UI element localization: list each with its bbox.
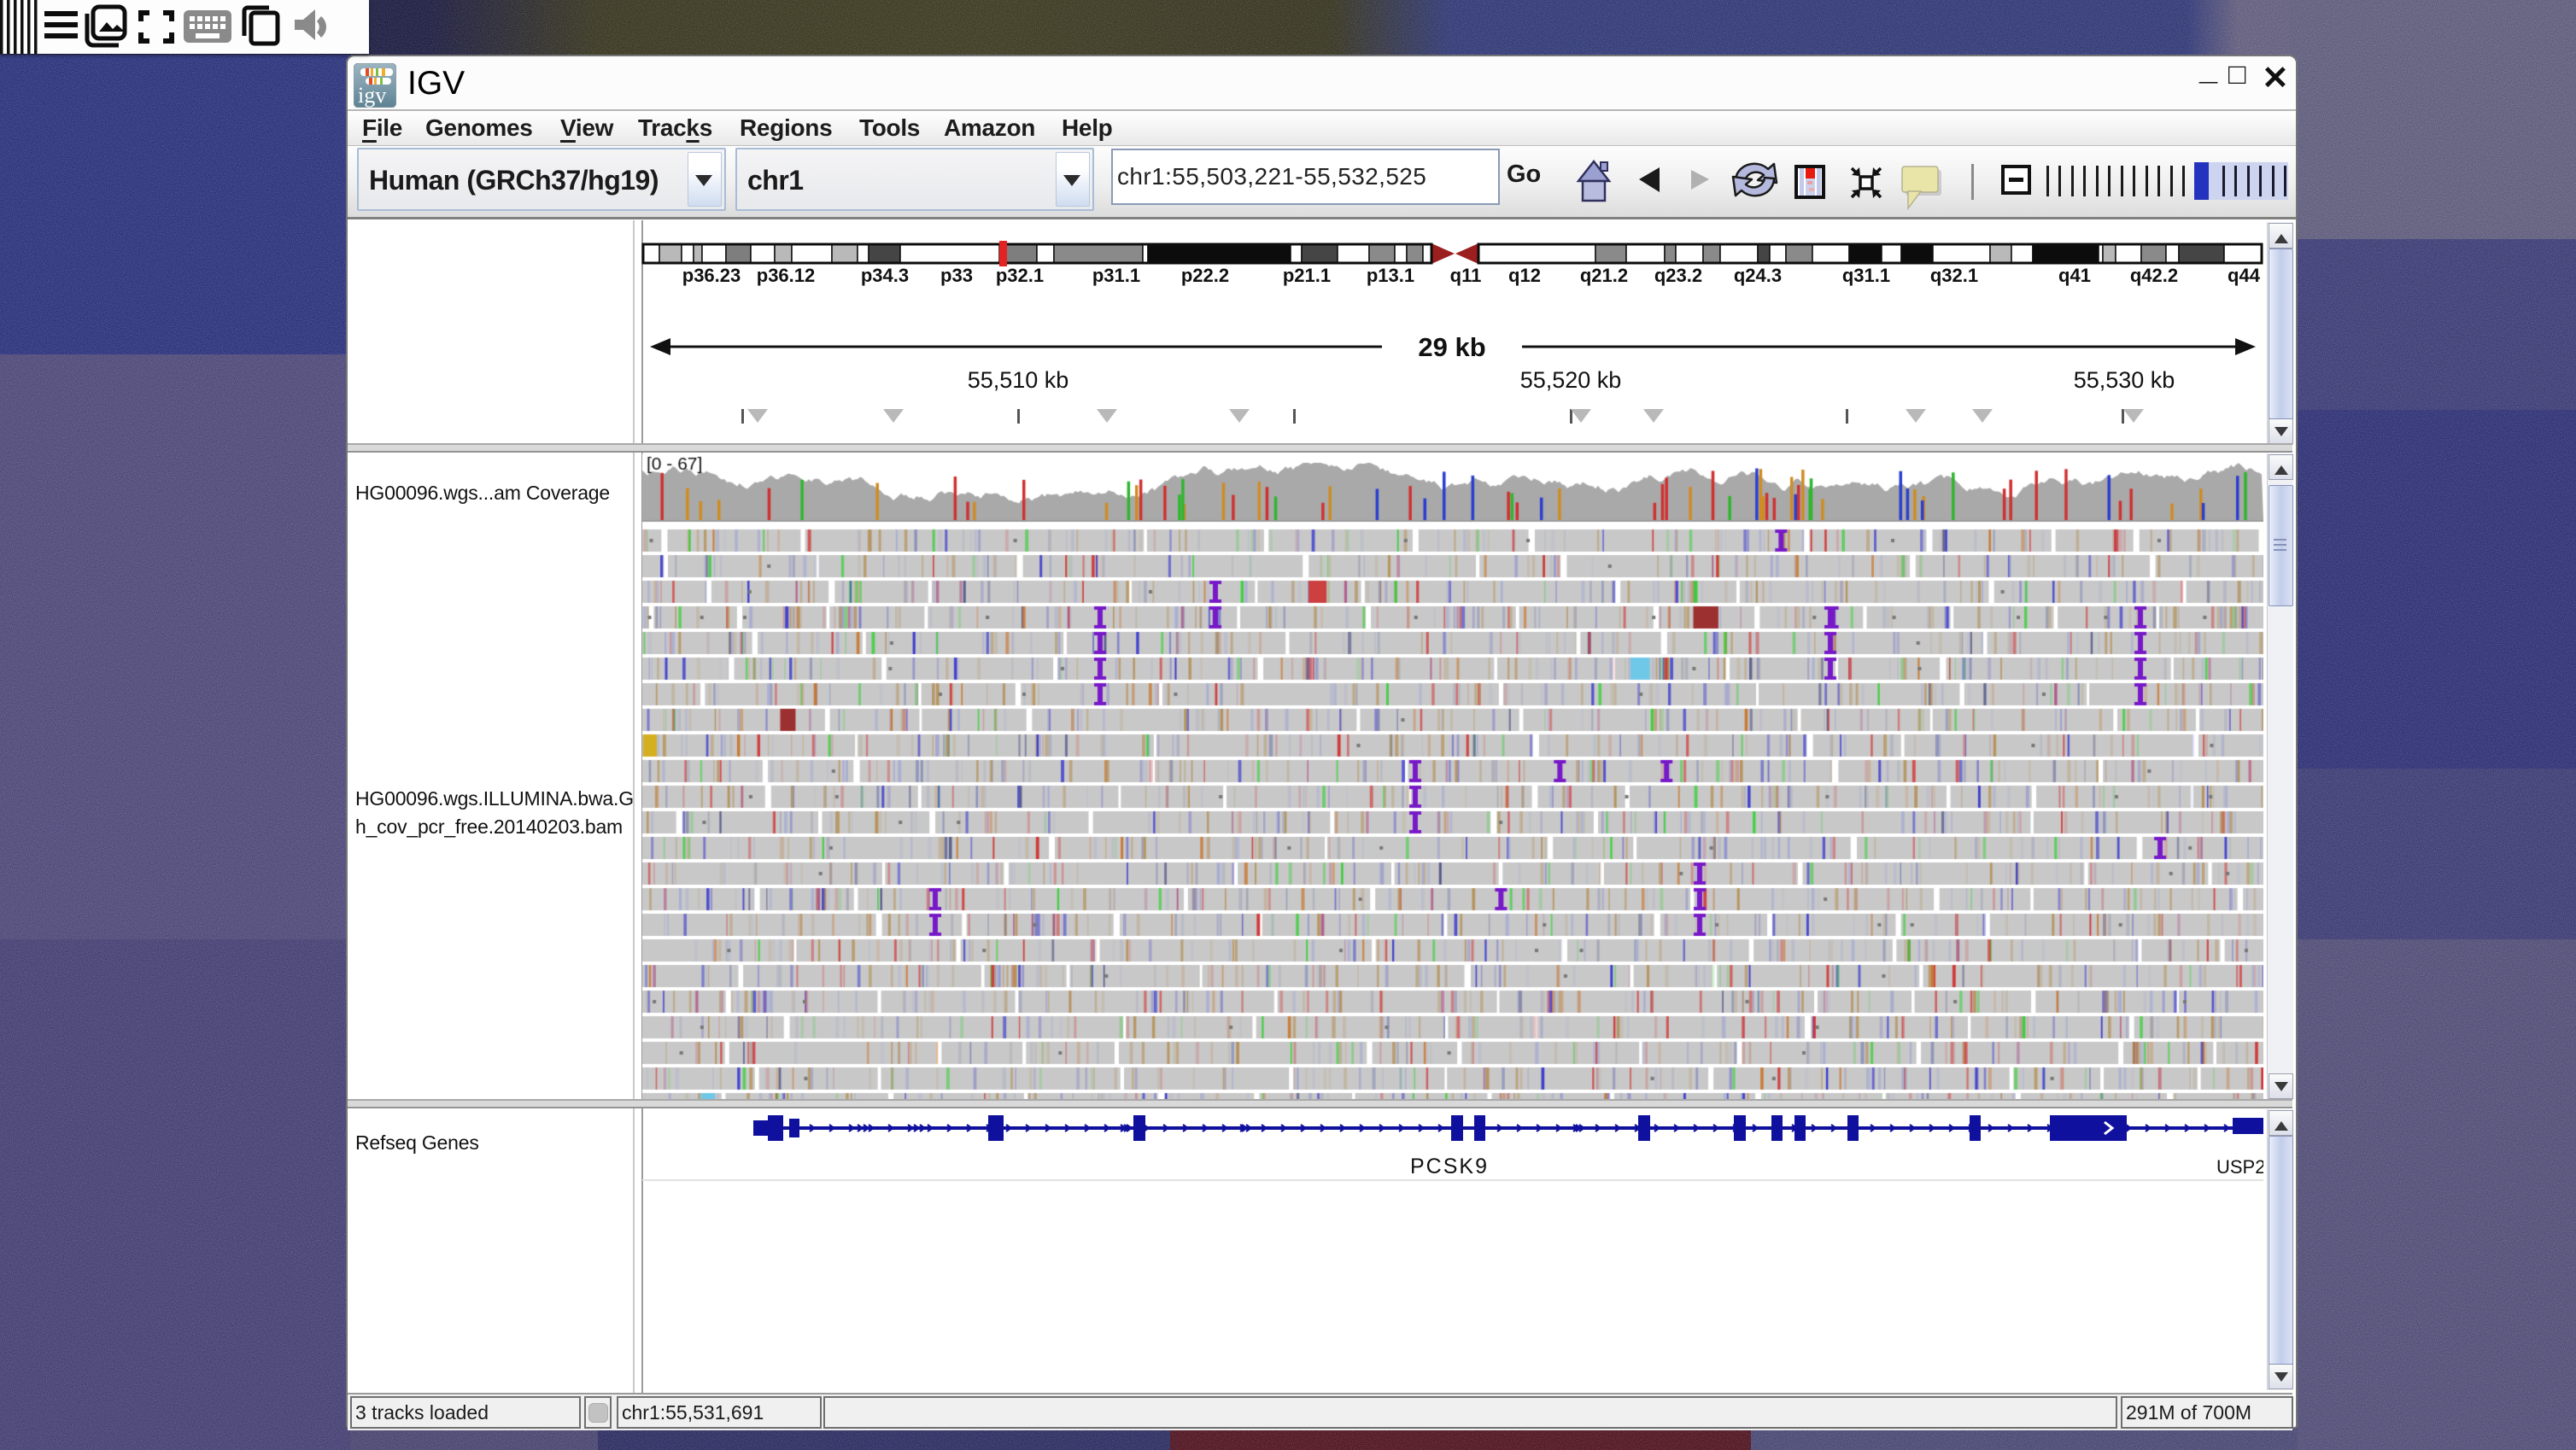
svg-text:p21.1: p21.1 [1283, 265, 1331, 286]
svg-text:q24.3: q24.3 [1734, 265, 1782, 286]
svg-text:p33: p33 [940, 265, 973, 286]
svg-text:55,510 kb: 55,510 kb [968, 367, 1069, 393]
svg-text:q44: q44 [2228, 265, 2261, 286]
svg-text:p31.1: p31.1 [1092, 265, 1140, 286]
svg-text:p22.2: p22.2 [1181, 265, 1229, 286]
svg-text:p34.3: p34.3 [861, 265, 909, 286]
svg-text:q21.2: q21.2 [1580, 265, 1628, 286]
svg-text:q12: q12 [1508, 265, 1541, 286]
svg-text:PCSK9: PCSK9 [1410, 1155, 1489, 1178]
svg-text:q23.2: q23.2 [1654, 265, 1702, 286]
svg-text:29 kb: 29 kb [1418, 332, 1485, 362]
svg-text:p13.1: p13.1 [1367, 265, 1414, 286]
svg-text:q11: q11 [1450, 265, 1482, 286]
svg-text:q41: q41 [2058, 265, 2091, 286]
svg-text:p36.12: p36.12 [757, 265, 816, 286]
svg-text:p36.23: p36.23 [682, 265, 741, 286]
svg-text:55,520 kb: 55,520 kb [1520, 367, 1622, 393]
svg-text:q42.2: q42.2 [2130, 265, 2178, 286]
svg-text:q32.1: q32.1 [1930, 265, 1978, 286]
svg-text:igv: igv [358, 83, 386, 108]
svg-text:p32.1: p32.1 [996, 265, 1044, 286]
svg-text:q31.1: q31.1 [1842, 265, 1890, 286]
svg-text:USP24: USP24 [2216, 1156, 2263, 1178]
svg-text:55,530 kb: 55,530 kb [2074, 367, 2175, 393]
